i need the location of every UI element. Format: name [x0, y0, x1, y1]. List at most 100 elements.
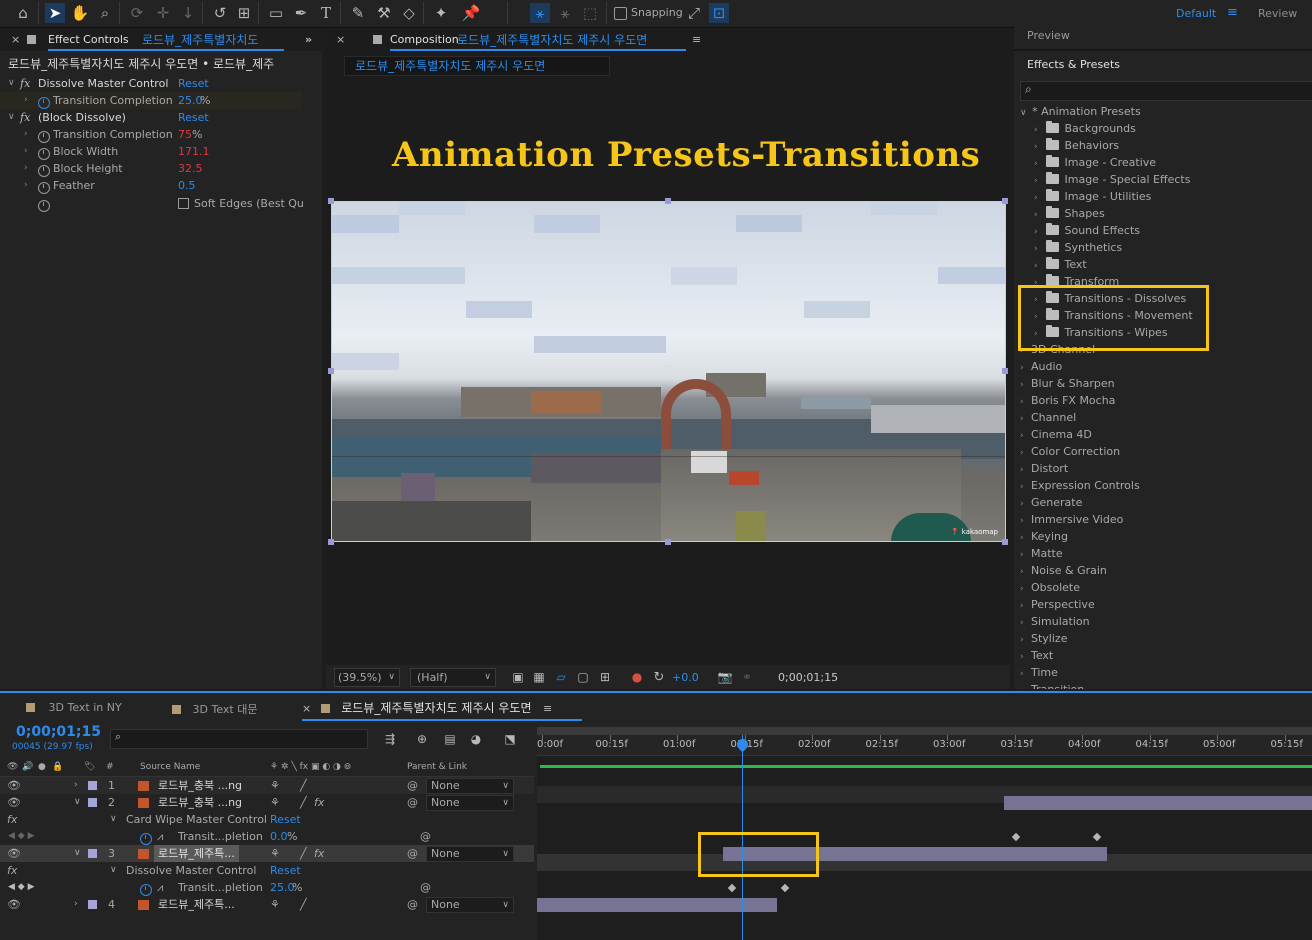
graph-editor-icon[interactable]: ⬔ [500, 729, 520, 749]
search-input[interactable]: ⌕ [1020, 81, 1312, 101]
eraser-tool-icon[interactable]: ◇ [399, 3, 419, 23]
frame-blending-icon[interactable]: ◕ [466, 729, 486, 749]
effect-controls-tab[interactable]: × Effect Controls 로드뷰_제주특별자치도 » [0, 29, 322, 51]
close-tab-icon[interactable]: × [302, 702, 311, 715]
parent-pickwhip-icon[interactable]: @ [407, 896, 418, 913]
layer-row-1[interactable]: 👁 › 1 로드뷰_충북 ...ng ⚘ ╱ @ None ∨ [0, 777, 534, 794]
effect-category-item[interactable]: › Simulation [1020, 613, 1090, 630]
fx-icon[interactable]: fx [20, 109, 30, 126]
preset-folder-item[interactable]: › Image - Utilities [1034, 188, 1151, 205]
hide-shy-icon[interactable]: ▤ [440, 729, 460, 749]
solo-switch-icon[interactable]: ● [38, 759, 46, 776]
lock-icon[interactable] [373, 35, 382, 44]
visibility-eye-icon[interactable]: 👁 [7, 794, 21, 811]
workspace-menu-icon[interactable]: ≡ [1227, 5, 1238, 20]
effect-category-item[interactable]: › Expression Controls [1020, 477, 1140, 494]
stopwatch-icon[interactable] [140, 833, 152, 845]
transform-handle[interactable] [328, 198, 334, 204]
transform-handle[interactable] [328, 368, 334, 374]
effect-category-item[interactable]: › Boris FX Mocha [1020, 392, 1115, 409]
transparency-grid-icon[interactable]: ▦ [529, 667, 549, 687]
presets-root[interactable]: ∨ * Animation Presets [1020, 103, 1141, 120]
stopwatch-icon[interactable] [38, 182, 50, 194]
shy-icon[interactable]: ⚘ [270, 845, 280, 862]
composition-tab[interactable]: × Composition 로드뷰_제주특별자치도 제주시 우도면 ≡ [326, 29, 1010, 51]
prop-value[interactable]: 75 [178, 126, 192, 143]
sub-effect-row[interactable]: fx ∨ Dissolve Master Control Reset [0, 862, 534, 879]
preset-folder-item[interactable]: › Image - Creative [1034, 154, 1156, 171]
switches-icons[interactable]: ⚘ ✲ ╲ fx ▣ ◐ ◑ ⊚ [270, 759, 351, 776]
stopwatch-icon[interactable] [140, 884, 152, 896]
effect-block-dissolve[interactable]: ∨ fx (Block Dissolve) Reset [0, 109, 302, 126]
close-tab-icon[interactable]: × [336, 29, 345, 51]
preset-folder-item[interactable]: › Synthetics [1034, 239, 1122, 256]
resolution-dropdown[interactable]: (Half) ∨ [410, 668, 496, 687]
graph-icon[interactable]: ⩘ [157, 879, 163, 896]
quality-icon[interactable]: ╱ [300, 794, 307, 811]
preset-folder-item[interactable]: › Image - Special Effects [1034, 171, 1190, 188]
parent-pickwhip-icon[interactable]: @ [407, 845, 418, 862]
orbit-camera-icon[interactable]: ⟳ [127, 3, 147, 23]
prop-value[interactable]: 0.5 [178, 177, 196, 194]
expression-pickwhip-icon[interactable]: @ [420, 879, 431, 896]
track-area[interactable]: 0:00f00:15f01:00f01:15f02:00f02:15f03:00… [537, 727, 1312, 940]
preset-folder-item[interactable]: › Backgrounds [1034, 120, 1136, 137]
close-tab-icon[interactable]: × [11, 29, 20, 51]
draft-3d-icon[interactable]: ⊕ [412, 729, 432, 749]
panel-menu-icon[interactable]: ≡ [543, 702, 552, 715]
lock-icon[interactable] [27, 35, 36, 44]
fast-preview-icon[interactable]: ▣ [508, 667, 528, 687]
effect-category-item[interactable]: › Stylize [1020, 630, 1067, 647]
label-icon[interactable]: 🏷 [84, 759, 95, 776]
effect-category-item[interactable]: › Audio [1020, 358, 1062, 375]
workspace-default[interactable]: Default [1176, 7, 1216, 20]
mask-visibility-icon[interactable]: ▱ [551, 667, 571, 687]
effect-category-item[interactable]: ›Transition [1020, 681, 1084, 689]
preset-folder-item[interactable]: › Shapes [1034, 205, 1105, 222]
region-of-interest-icon[interactable]: ▢ [573, 667, 593, 687]
local-axis-icon[interactable]: ⚹ [530, 3, 550, 23]
effect-category-item[interactable]: › Perspective [1020, 596, 1095, 613]
expression-pickwhip-icon[interactable]: @ [420, 828, 431, 845]
preset-folder-item[interactable]: › Text [1034, 256, 1087, 273]
pen-tool-icon[interactable]: ✒ [291, 3, 311, 23]
parent-dropdown[interactable]: None ∨ [426, 846, 514, 862]
preview-panel-label[interactable]: Preview [1027, 29, 1070, 42]
workspace-review[interactable]: Review [1258, 7, 1297, 20]
layer-row-4[interactable]: 👁 › 4 로드뷰_제주특... ⚘ ╱ @ None ∨ [0, 896, 534, 913]
effect-category-item[interactable]: › Time [1020, 664, 1058, 681]
transform-handle[interactable] [665, 198, 671, 204]
timeline-tab-2[interactable]: 3D Text 대문 [172, 701, 257, 717]
transform-handle[interactable] [1002, 539, 1008, 545]
snapshot-camera-icon[interactable]: 📷 [715, 667, 735, 687]
layer-row-3[interactable]: 👁 ∨ 3 로드뷰_제주특... ⚘ ╱ fx @ None ∨ [0, 845, 534, 862]
brush-tool-icon[interactable]: ✎ [348, 3, 368, 23]
comp-breadcrumb[interactable]: 로드뷰_제주특별자치도 제주시 우도면 [344, 56, 610, 76]
stopwatch-icon[interactable] [38, 97, 50, 109]
rotate-tool-icon[interactable]: ↺ [210, 3, 230, 23]
effects-switch-icon[interactable]: fx [314, 794, 324, 811]
layer-label-color[interactable] [88, 849, 97, 858]
layer-duration-bar[interactable] [1004, 796, 1312, 810]
effect-category-item[interactable]: › Matte [1020, 545, 1063, 562]
effect-category-item[interactable]: › Noise & Grain [1020, 562, 1107, 579]
effect-dissolve-master[interactable]: ∨ fx Dissolve Master Control Reset [0, 75, 302, 92]
pan-behind-tool-icon[interactable]: ⊞ [234, 3, 254, 23]
show-snapshot-icon[interactable]: ⚭ [737, 667, 757, 687]
layer-search-input[interactable]: ⌕ [110, 729, 368, 749]
panel-menu-icon[interactable]: ≡ [692, 29, 701, 51]
layer-label-color[interactable] [88, 900, 97, 909]
effect-category-item[interactable]: › Cinema 4D [1020, 426, 1092, 443]
snapping-checkbox[interactable] [614, 7, 627, 20]
quality-icon[interactable]: ╱ [300, 896, 307, 913]
fx-icon[interactable]: fx [20, 75, 30, 92]
visibility-eye-icon[interactable]: 👁 [7, 896, 21, 913]
transform-handle[interactable] [1002, 368, 1008, 374]
snap-edges-icon[interactable]: ⤢ [684, 3, 704, 23]
hand-tool-icon[interactable]: ✋ [70, 3, 90, 23]
sub-effect-row[interactable]: fx ∨ Card Wipe Master Control Reset [0, 811, 534, 828]
quality-icon[interactable]: ╱ [300, 845, 307, 862]
parent-dropdown[interactable]: None ∨ [426, 778, 514, 794]
world-axis-icon[interactable]: ⚹ [555, 3, 575, 23]
effect-category-item[interactable]: › Generate [1020, 494, 1082, 511]
